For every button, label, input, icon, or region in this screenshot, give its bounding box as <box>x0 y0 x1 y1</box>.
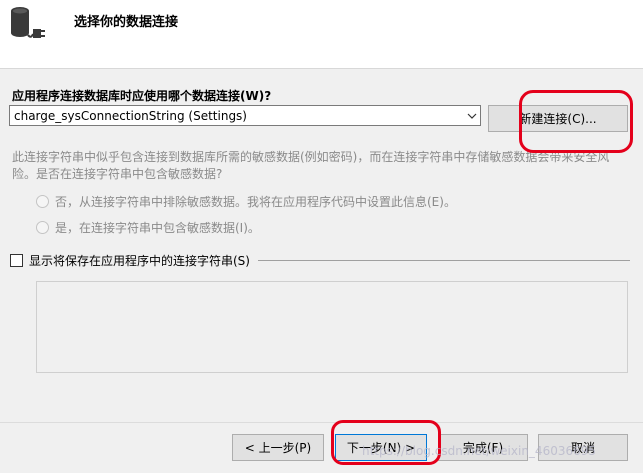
radio-button[interactable] <box>36 221 49 234</box>
database-plug-icon <box>11 7 45 38</box>
annotation-circle-new-connection <box>519 90 633 153</box>
show-connection-string-row: 显示将保存在应用程序中的连接字符串(S) <box>10 252 630 269</box>
divider <box>257 260 630 261</box>
cancel-button[interactable]: 取消 <box>538 434 628 461</box>
chevron-down-icon[interactable] <box>464 106 480 125</box>
radio-exclude-label: 否，从连接字符串中排除敏感数据。我将在应用程序代码中设置此信息(E)。 <box>55 195 456 209</box>
back-button[interactable]: < 上一步(P) <box>232 434 324 461</box>
sensitive-data-warning: 此连接字符串中似乎包含连接到数据库所需的敏感数据(例如密码)，而在连接字符串中存… <box>12 150 610 181</box>
radio-include-label: 是，在连接字符串中包含敏感数据(I)。 <box>55 221 260 235</box>
show-connection-string-checkbox[interactable] <box>10 254 23 267</box>
connection-select[interactable]: charge_sysConnectionString (Settings) <box>9 105 481 126</box>
radio-button[interactable] <box>36 195 49 208</box>
connection-select-value: charge_sysConnectionString (Settings) <box>14 108 247 123</box>
wizard-header: 选择你的数据连接 <box>0 0 643 69</box>
annotation-circle-next <box>331 420 441 465</box>
finish-button[interactable]: 完成(F) <box>438 434 528 461</box>
connection-question-label: 应用程序连接数据库时应使用哪个数据连接(W)? <box>12 89 272 103</box>
show-connection-string-label[interactable]: 显示将保存在应用程序中的连接字符串(S) <box>29 252 250 269</box>
radio-exclude-sensitive[interactable]: 否，从连接字符串中排除敏感数据。我将在应用程序代码中设置此信息(E)。 <box>36 193 456 210</box>
connection-string-box <box>36 281 628 373</box>
page-title: 选择你的数据连接 <box>74 15 179 30</box>
radio-include-sensitive[interactable]: 是，在连接字符串中包含敏感数据(I)。 <box>36 219 260 236</box>
